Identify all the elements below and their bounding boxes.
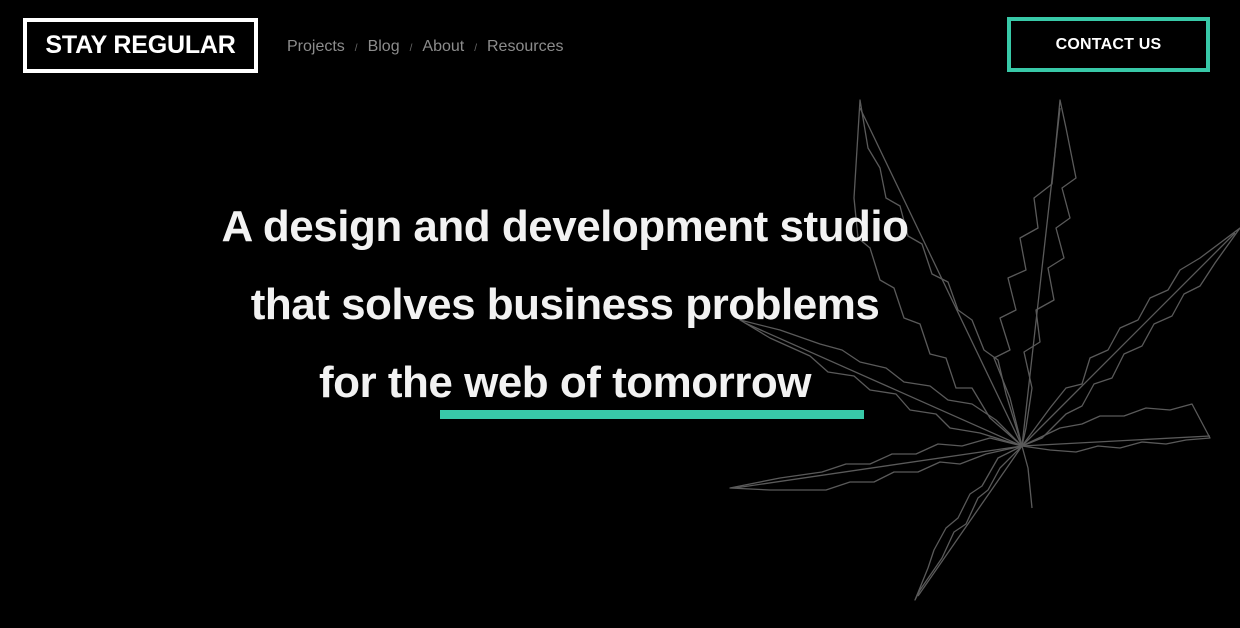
- page: STAY REGULAR Projects / Blog / About / R…: [0, 0, 1240, 628]
- highlight-underline: [440, 410, 864, 419]
- nav-link-about[interactable]: About: [422, 38, 464, 56]
- nav-separator: /: [354, 43, 358, 54]
- hero-line-1: A design and development studio: [221, 202, 909, 251]
- contact-us-label: CONTACT US: [1055, 35, 1162, 53]
- contact-us-button[interactable]: CONTACT US: [1007, 17, 1210, 72]
- hero-headline: A design and development studio that sol…: [130, 188, 1000, 422]
- site-logo[interactable]: STAY REGULAR: [23, 18, 258, 73]
- nav-link-projects[interactable]: Projects: [287, 38, 345, 56]
- nav-link-resources[interactable]: Resources: [487, 38, 563, 56]
- nav-separator: /: [474, 43, 477, 54]
- nav-link-blog[interactable]: Blog: [368, 38, 400, 56]
- nav-separator: /: [409, 43, 413, 54]
- logo-text: STAY REGULAR: [45, 31, 236, 59]
- main-nav: Projects / Blog / About / Resources: [287, 38, 563, 56]
- hero-line-2: that solves business problems: [250, 280, 880, 329]
- hero-line-3-prefix: for the: [318, 358, 465, 407]
